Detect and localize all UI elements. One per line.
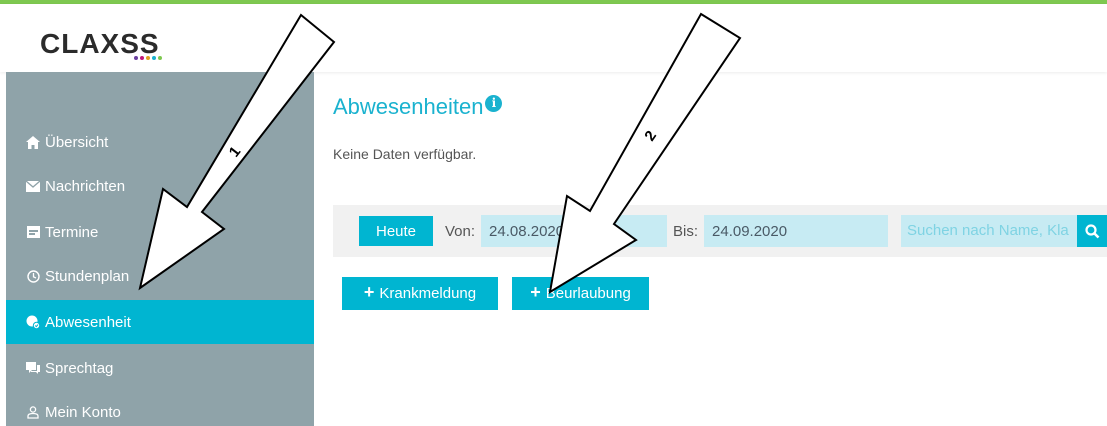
search-icon [1084, 223, 1099, 238]
clock-icon [26, 269, 40, 283]
plus-icon: + [363, 282, 375, 302]
sidebar-item-label: Nachrichten [45, 177, 126, 195]
sidebar-item-label: Sprechtag [45, 359, 114, 377]
home-icon [26, 135, 40, 149]
claxss-logo[interactable]: CLAXSS [40, 28, 162, 68]
sidebar-item-label: Abwesenheit [45, 313, 131, 331]
info-icon[interactable]: i [485, 94, 503, 112]
sidebar-item-label: Übersicht [45, 133, 109, 151]
sidebar-item-uebersicht[interactable]: Übersicht [6, 120, 314, 164]
logo-dots [134, 56, 162, 60]
absence-icon [26, 315, 40, 329]
sick-report-label: Krankmeldung [379, 285, 477, 302]
sidebar-item-label: Mein Konto [45, 403, 121, 421]
to-date-group: Bis: [673, 215, 889, 247]
header: CLAXSS [0, 4, 1107, 72]
filter-bar: Heute Von: Bis: Suchen nach Name, Kla [333, 205, 1107, 257]
sidebar-item-label: Stundenplan [45, 267, 130, 285]
leave-request-button[interactable]: + Beurlaubung [512, 277, 649, 310]
sidebar-item-abwesenheit[interactable]: Abwesenheit [6, 300, 314, 344]
sidebar-item-sprechtag[interactable]: Sprechtag [6, 346, 314, 390]
search-input[interactable]: Suchen nach Name, Kla [901, 215, 1089, 247]
user-icon [26, 405, 40, 419]
to-date-input[interactable] [704, 215, 889, 247]
chat-icon [26, 361, 40, 375]
sidebar-item-label: Termine [45, 223, 99, 241]
sidebar-item-mein-konto[interactable]: Mein Konto [6, 390, 314, 426]
page-title: Abwesenheiten i [333, 94, 503, 120]
from-date-group: Von: [445, 215, 668, 247]
sidebar: Übersicht Nachrichten Termine Stundenpla… [6, 72, 314, 426]
to-label: Bis: [673, 222, 699, 240]
leave-request-label: Beurlaubung [545, 285, 631, 302]
envelope-icon [26, 179, 40, 193]
logo-text: CLAXSS [40, 28, 160, 59]
no-data-message: Keine Daten verfügbar. [333, 146, 477, 162]
today-button[interactable]: Heute [359, 216, 433, 246]
from-date-input[interactable] [481, 215, 668, 247]
sidebar-item-stundenplan[interactable]: Stundenplan [6, 254, 314, 298]
plus-icon: + [530, 282, 541, 302]
calendar-icon [26, 225, 40, 239]
sidebar-item-termine[interactable]: Termine [6, 210, 314, 254]
page-title-text: Abwesenheiten [333, 94, 484, 119]
sidebar-item-nachrichten[interactable]: Nachrichten [6, 164, 314, 208]
sick-report-button[interactable]: + Krankmeldung [342, 277, 498, 310]
from-label: Von: [445, 222, 476, 240]
search-placeholder: Suchen nach Name, Kla [907, 222, 1069, 239]
search-button[interactable] [1077, 215, 1107, 247]
arrow-2-label: 2 [641, 128, 660, 145]
